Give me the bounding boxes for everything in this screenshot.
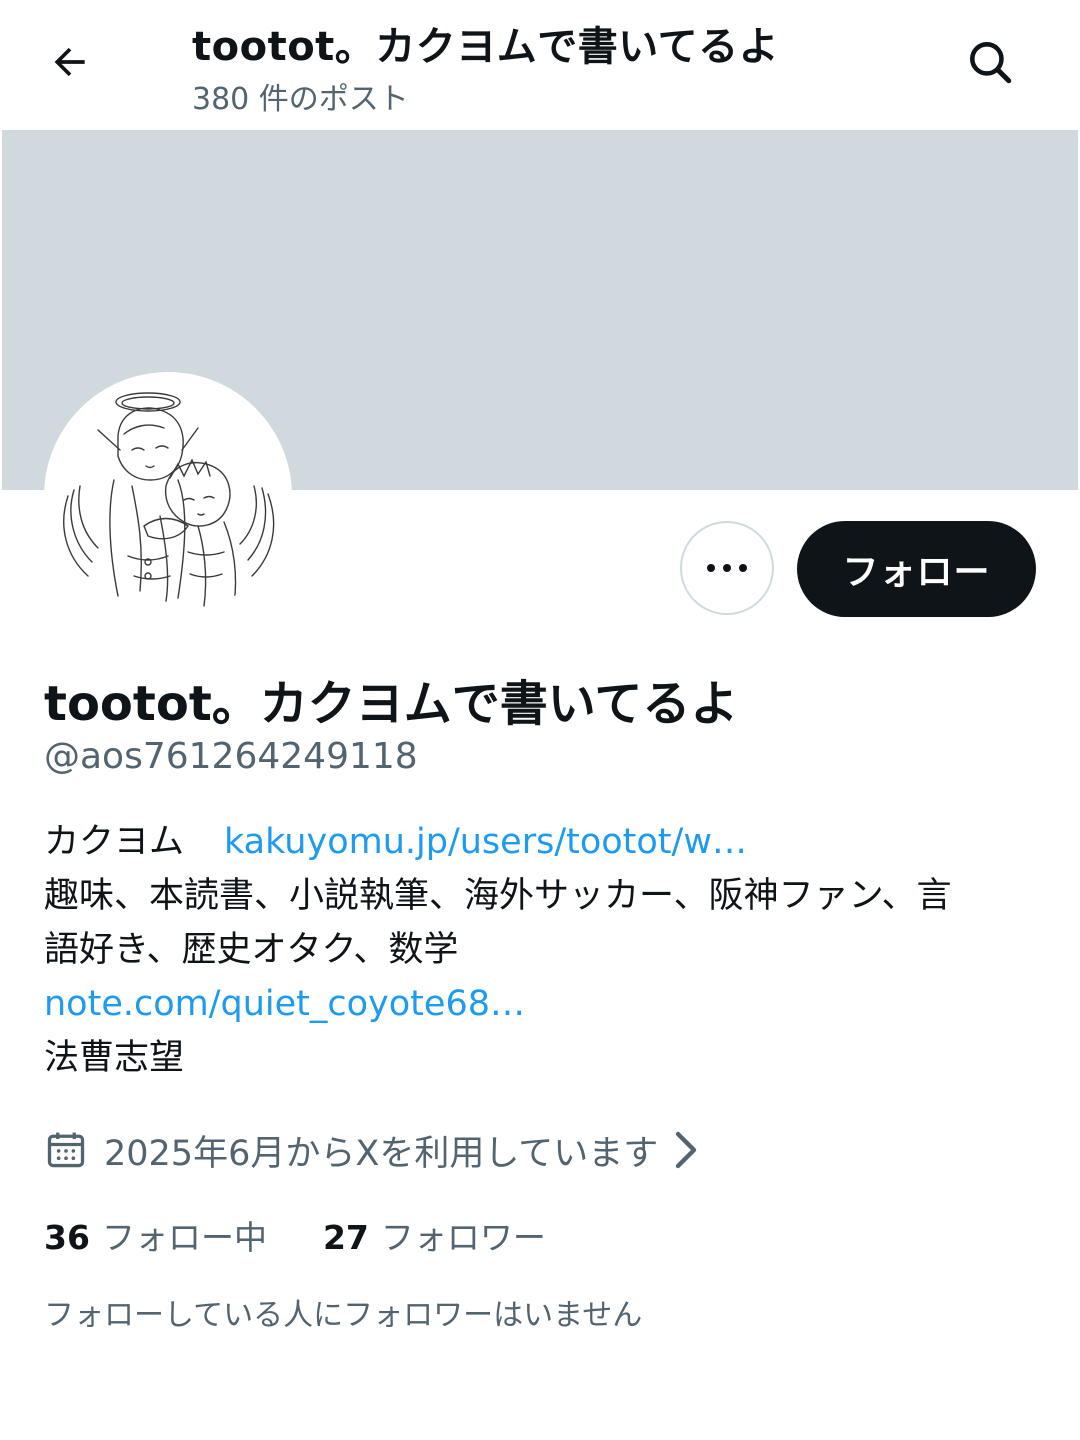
followers-link[interactable]: 27 フォロワー (323, 1211, 546, 1259)
kakuyomu-link[interactable]: kakuyomu.jp/users/tootot/w… (224, 822, 747, 862)
note-link[interactable]: note.com/quiet_coyote68… (44, 978, 525, 1030)
follow-stats: 36 フォロー中 27 フォロワー (44, 1210, 546, 1260)
follow-button[interactable]: フォロー (797, 521, 1036, 617)
following-link[interactable]: 36 フォロー中 (44, 1211, 267, 1259)
post-count: 380 件のポスト (192, 82, 409, 117)
avatar[interactable] (44, 372, 292, 620)
calendar-icon (47, 1132, 85, 1168)
arrow-left-icon (54, 47, 85, 77)
avatar-illustration (48, 376, 288, 616)
search-button[interactable] (960, 32, 1020, 92)
followers-label: フォロワー (380, 1218, 546, 1257)
more-options-button[interactable] (680, 521, 774, 615)
joined-text: 2025年6月からXを利用しています (104, 1133, 659, 1174)
bio-prefix: カクヨム (44, 822, 185, 862)
top-bar: tootot。カクヨムで書いてるよ 380 件のポスト (0, 0, 1080, 130)
followers-count: 27 (322, 1218, 369, 1257)
joined-date[interactable]: 2025年6月からXを利用しています (44, 1124, 700, 1176)
more-horizontal-icon (707, 564, 747, 572)
bio-line-3: 語好き、歴史オタク、数学 (44, 930, 459, 970)
header-title: tootot。カクヨムで書いてるよ (192, 24, 780, 70)
display-name: tootot。カクヨムで書いてるよ (44, 676, 739, 732)
bio-line-1: カクヨム kakuyomu.jp/users/tootot/w… (44, 816, 747, 868)
bio-line-5: 法曹志望 (44, 1038, 185, 1078)
following-label: フォロー中 (101, 1218, 267, 1257)
search-icon (970, 42, 1012, 84)
followers-you-know: フォローしている人にフォロワーはいません (44, 1298, 643, 1333)
back-button[interactable] (42, 34, 98, 90)
following-count: 36 (44, 1218, 90, 1257)
user-handle: @aos761264249118 (44, 736, 418, 777)
chevron-right-icon (676, 1131, 697, 1169)
bio-line-2: 趣味、本読書、小説執筆、海外サッカー、阪神ファン、言 (44, 876, 952, 916)
